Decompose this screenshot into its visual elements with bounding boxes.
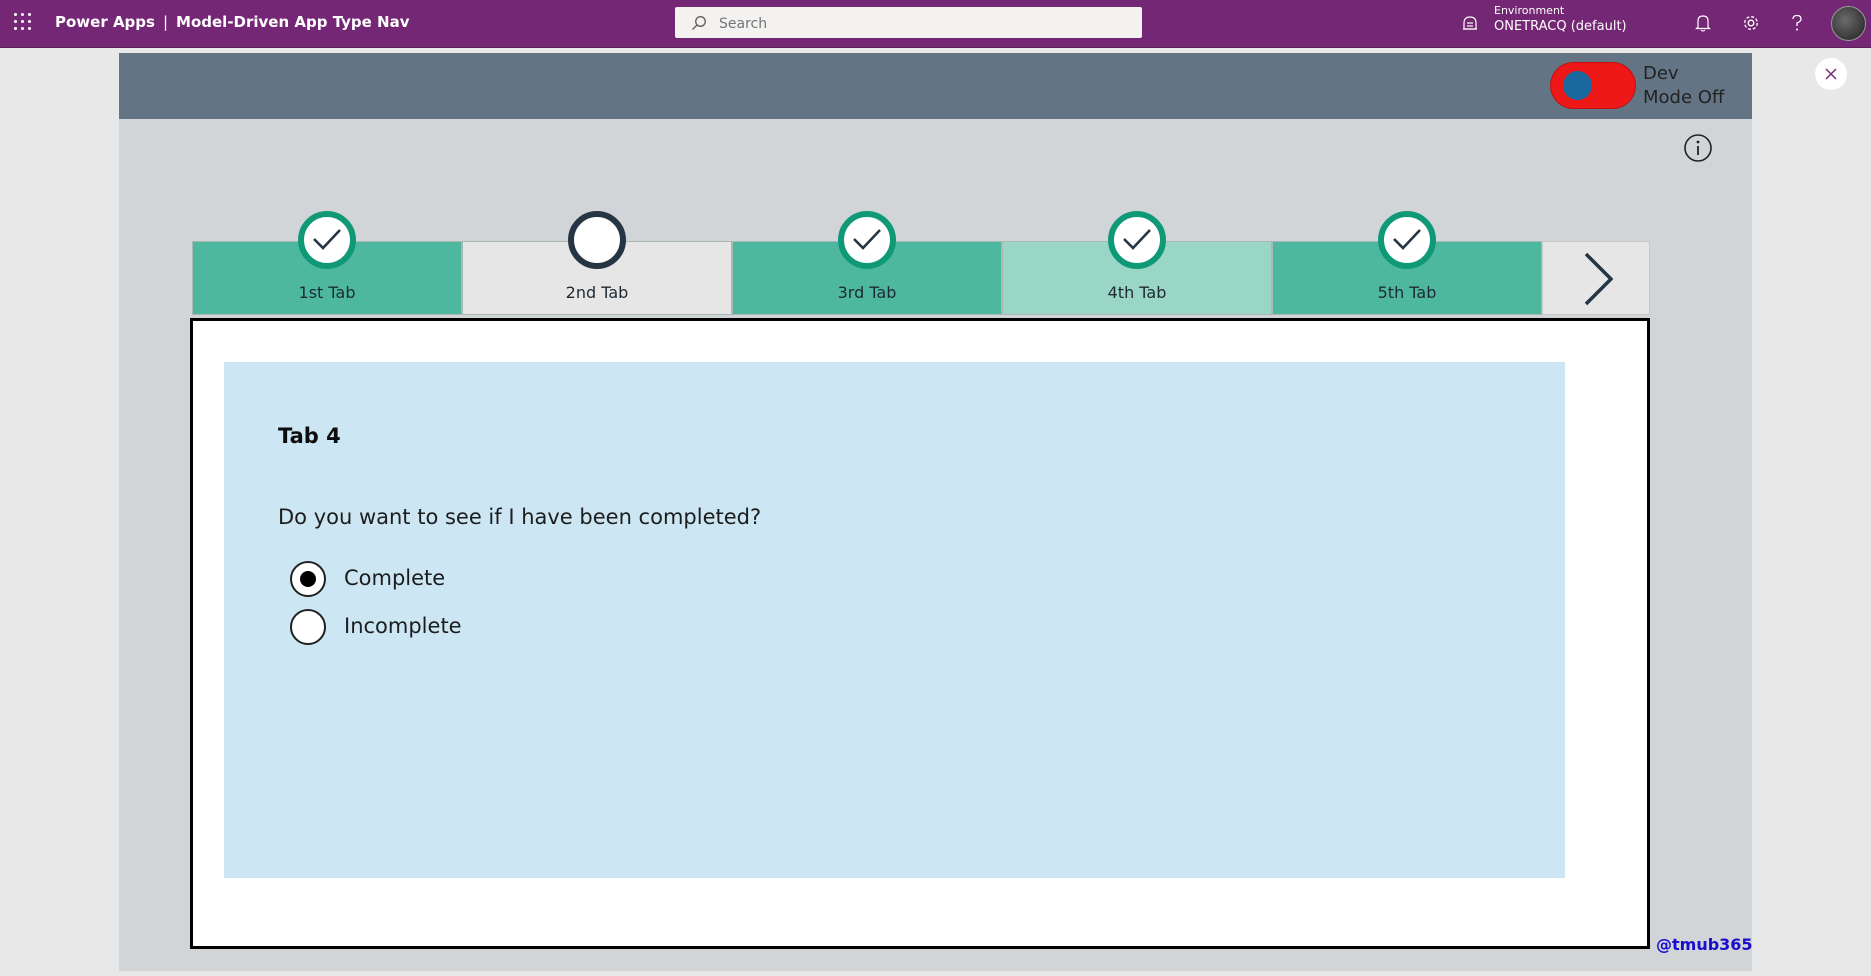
bell-icon[interactable]	[1692, 12, 1714, 34]
checkmark-icon	[853, 229, 881, 250]
question-panel: Tab 4 Do you want to see if I have been …	[224, 362, 1565, 878]
radio-option-complete[interactable]: Complete	[290, 559, 590, 599]
app-launcher-icon[interactable]	[14, 13, 32, 31]
tab-incomplete-icon	[568, 211, 626, 269]
checkmark-icon	[1123, 229, 1151, 250]
checkmark-icon	[313, 229, 341, 250]
tab-complete-icon	[1378, 211, 1436, 269]
app-name: Model-Driven App Type Nav	[176, 13, 410, 31]
environment-label: Environment	[1494, 4, 1565, 17]
checkmark-icon	[1393, 229, 1421, 250]
tab-label: 1st Tab	[298, 283, 356, 302]
radio-button[interactable]	[290, 609, 326, 645]
next-tab-button[interactable]	[1542, 241, 1650, 315]
close-button[interactable]	[1815, 58, 1847, 90]
chevron-right-icon	[1584, 252, 1613, 306]
avatar[interactable]	[1831, 6, 1866, 41]
radio-label: Incomplete	[344, 614, 462, 638]
tab-complete-icon	[1108, 211, 1166, 269]
search-input[interactable]	[717, 7, 1121, 40]
toggle-knob	[1563, 71, 1592, 100]
tab-label: 5th Tab	[1377, 283, 1437, 302]
dev-mode-label: Dev Mode Off	[1643, 63, 1725, 108]
tab-label: 2nd Tab	[565, 283, 629, 302]
radio-button[interactable]	[290, 561, 326, 597]
tab-complete-icon	[298, 211, 356, 269]
close-icon	[1825, 68, 1837, 80]
question-text: Do you want to see if I have been comple…	[278, 505, 762, 529]
title-separator: |	[162, 13, 169, 31]
radio-label: Complete	[344, 566, 446, 590]
tab-complete-icon	[838, 211, 896, 269]
top-bar: Power Apps | Model-Driven App Type Nav Env…	[0, 0, 1871, 48]
tab-label: 3rd Tab	[837, 283, 897, 302]
radio-selected-dot	[300, 571, 316, 587]
environment-icon[interactable]	[1461, 14, 1479, 32]
environment-value[interactable]: ONETRACQ (default)	[1494, 19, 1627, 34]
panel-title: Tab 4	[278, 424, 341, 448]
dev-mode-toggle[interactable]	[1551, 63, 1635, 108]
search-icon	[692, 16, 706, 30]
info-icon[interactable]	[1683, 133, 1713, 163]
tab-label: 4th Tab	[1107, 283, 1167, 302]
search-box[interactable]	[675, 7, 1142, 40]
product-name: Power Apps	[55, 13, 155, 31]
app-title[interactable]: Power Apps | Model-Driven App Type Nav	[55, 13, 410, 31]
radio-option-incomplete[interactable]: Incomplete	[290, 607, 590, 647]
credit-text: @tmub365	[1656, 935, 1753, 954]
app-header: Dev Mode Off	[119, 53, 1752, 119]
gear-icon[interactable]	[1740, 12, 1762, 34]
help-icon[interactable]	[1786, 12, 1808, 34]
